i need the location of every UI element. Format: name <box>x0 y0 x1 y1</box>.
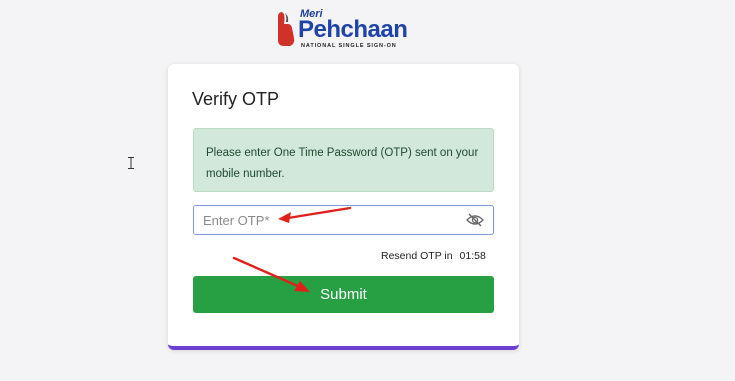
verify-otp-card: Verify OTP Please enter One Time Passwor… <box>168 64 519 350</box>
otp-input[interactable] <box>203 211 453 229</box>
page-title: Verify OTP <box>192 89 280 109</box>
submit-button[interactable]: Submit <box>193 276 494 313</box>
meri-pehchaan-logo: Meri Pehchaan NATIONAL SINGLE SIGN-ON <box>276 8 408 50</box>
logo-pehchaan-text: Pehchaan <box>298 16 408 43</box>
resend-otp-timer: 01:58 <box>459 250 486 262</box>
otp-info-alert: Please enter One Time Password (OTP) sen… <box>193 128 494 192</box>
logo-tagline: NATIONAL SINGLE SIGN-ON <box>301 43 397 49</box>
logo-mark-icon <box>278 12 295 46</box>
text-cursor-icon <box>128 157 134 169</box>
resend-otp-label: Resend OTP in <box>381 250 453 262</box>
eye-slash-icon[interactable] <box>466 213 484 227</box>
otp-field <box>193 205 494 235</box>
resend-otp-countdown: Resend OTP in 01:58 <box>381 250 486 262</box>
